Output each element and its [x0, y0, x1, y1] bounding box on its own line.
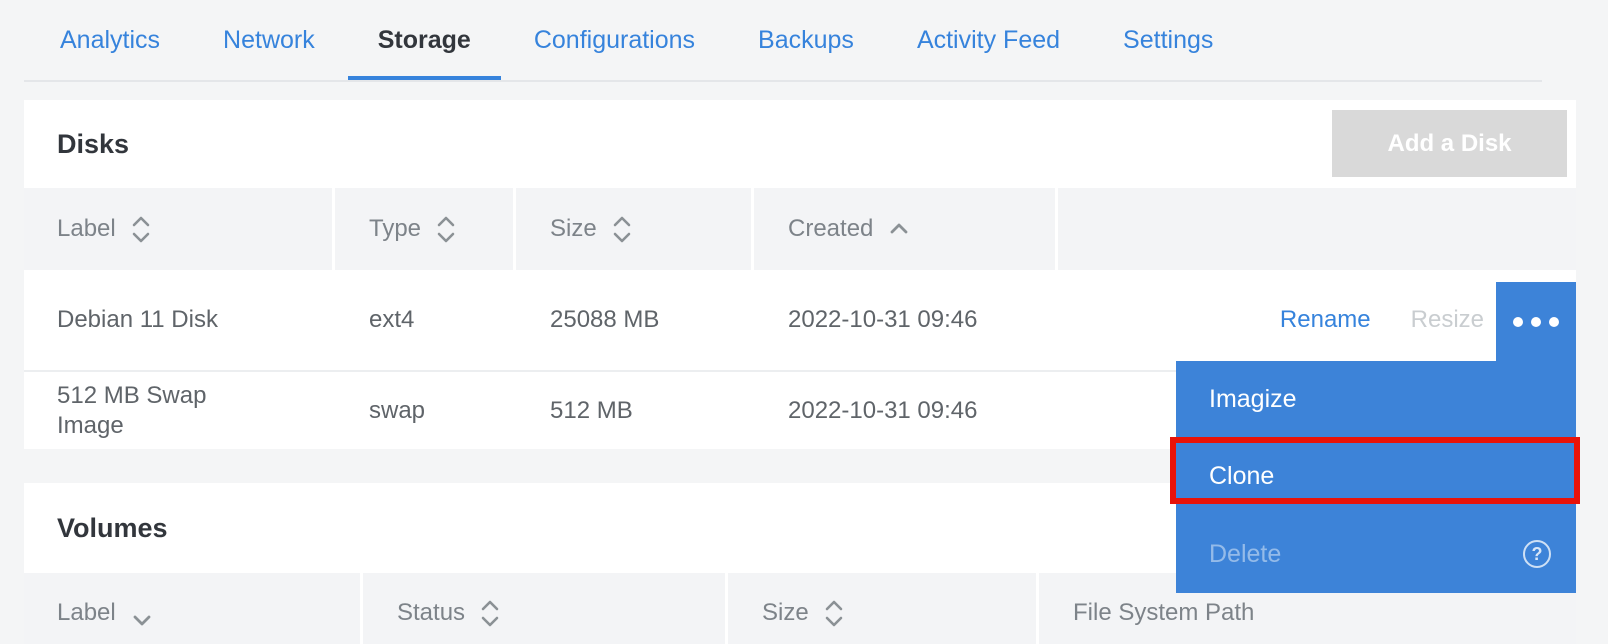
- disks-column-created[interactable]: Created: [754, 188, 1055, 270]
- sort-both-icon: [823, 598, 845, 629]
- disk-label-cell: 512 MB Swap Image: [24, 381, 332, 441]
- tab-settings[interactable]: Settings: [1123, 0, 1213, 55]
- disk-actions-menu: Imagize Clone Delete ?: [1176, 361, 1576, 593]
- tab-storage[interactable]: Storage: [378, 0, 471, 55]
- menu-item-clone[interactable]: Clone: [1176, 438, 1576, 515]
- tab-analytics[interactable]: Analytics: [60, 0, 160, 55]
- tab-bar: Analytics Network Storage Configurations…: [0, 0, 1608, 83]
- tab-activity-feed[interactable]: Activity Feed: [917, 0, 1060, 55]
- tab-network[interactable]: Network: [223, 0, 315, 55]
- sort-both-icon: [435, 214, 457, 245]
- volumes-column-size[interactable]: Size: [728, 573, 1036, 644]
- disks-column-size[interactable]: Size: [516, 188, 751, 270]
- disk-label-cell: Debian 11 Disk: [24, 306, 332, 334]
- table-row-debian-disk: Debian 11 Disk ext4 25088 MB 2022-10-31 …: [24, 270, 1576, 370]
- rename-link[interactable]: Rename: [1280, 306, 1371, 334]
- disk-created-cell: 2022-10-31 09:46: [754, 306, 1055, 334]
- linode-storage-page: Analytics Network Storage Configurations…: [0, 0, 1608, 644]
- disks-title: Disks: [57, 100, 129, 188]
- ellipsis-dot: [1513, 317, 1523, 327]
- volumes-column-status[interactable]: Status: [363, 573, 725, 644]
- disk-size-cell: 512 MB: [516, 397, 751, 425]
- add-disk-button[interactable]: Add a Disk: [1332, 110, 1567, 177]
- disk-type-cell: ext4: [335, 306, 513, 334]
- disk-size-cell: 25088 MB: [516, 306, 751, 334]
- menu-item-imagize[interactable]: Imagize: [1176, 361, 1576, 438]
- resize-link[interactable]: Resize: [1411, 306, 1484, 334]
- disks-table-header: Label Type Size: [24, 188, 1576, 270]
- ellipsis-dot: [1549, 317, 1559, 327]
- volumes-title: Volumes: [57, 483, 168, 573]
- disks-column-label[interactable]: Label: [24, 188, 332, 270]
- tabbar-divider: [24, 80, 1542, 82]
- disk-type-cell: swap: [335, 397, 513, 425]
- menu-item-delete[interactable]: Delete ?: [1176, 516, 1576, 593]
- more-actions-button[interactable]: [1496, 282, 1576, 361]
- sort-both-icon: [130, 214, 152, 245]
- tab-backups[interactable]: Backups: [758, 0, 854, 55]
- disks-panel-header: Disks Add a Disk: [24, 100, 1576, 188]
- sort-both-icon: [611, 214, 633, 245]
- sort-descending-icon: [130, 613, 154, 629]
- tab-configurations[interactable]: Configurations: [534, 0, 695, 55]
- sort-both-icon: [479, 598, 501, 629]
- help-icon[interactable]: ?: [1523, 540, 1551, 568]
- disk-created-cell: 2022-10-31 09:46: [754, 397, 1055, 425]
- disks-column-actions: [1058, 188, 1576, 270]
- ellipsis-dot: [1531, 317, 1541, 327]
- sort-ascending-icon: [887, 221, 911, 237]
- volumes-column-label[interactable]: Label: [24, 573, 360, 644]
- disks-column-type[interactable]: Type: [335, 188, 513, 270]
